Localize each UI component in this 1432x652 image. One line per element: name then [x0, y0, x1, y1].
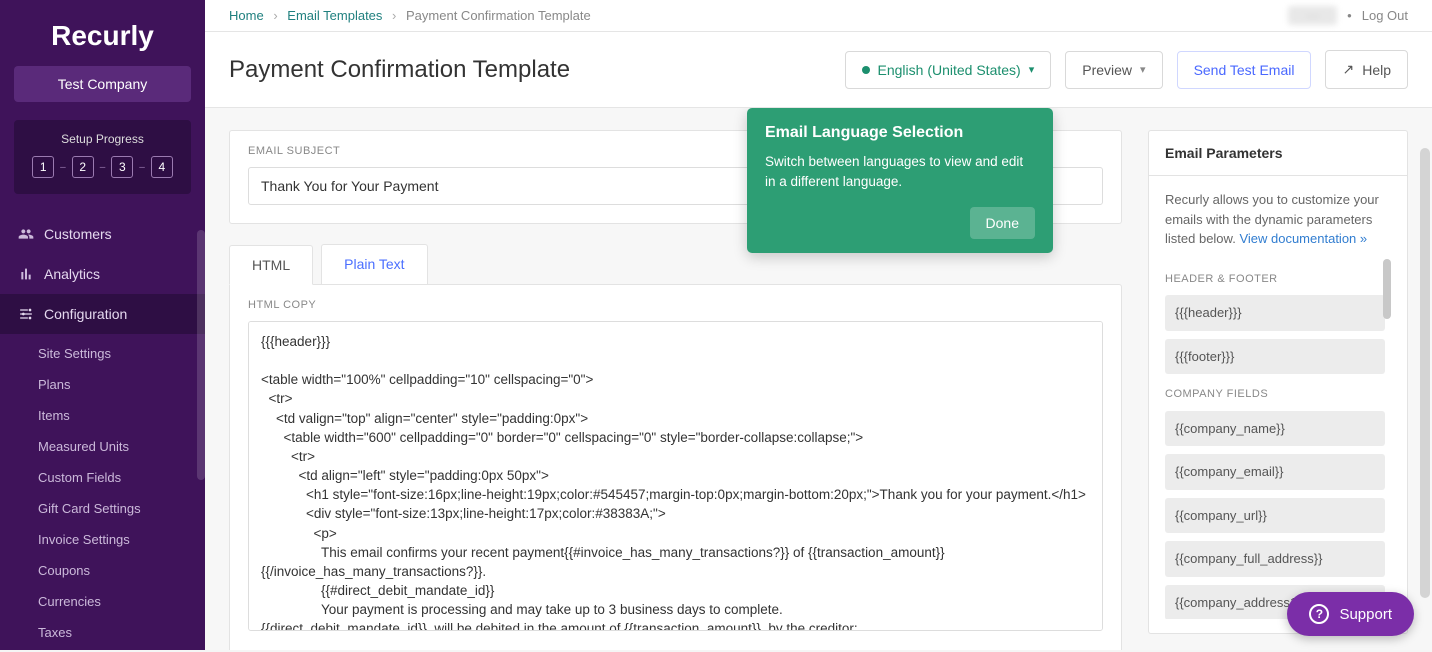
setup-step-3[interactable]: 3: [111, 156, 133, 178]
language-label: English (United States): [878, 62, 1021, 78]
setup-step-2[interactable]: 2: [72, 156, 94, 178]
company-switcher-button[interactable]: Test Company: [14, 66, 191, 102]
param-footer[interactable]: {{{footer}}}: [1165, 339, 1385, 375]
send-test-email-button[interactable]: Send Test Email: [1177, 51, 1312, 89]
customers-icon: [18, 226, 34, 242]
sidebar-item-customers[interactable]: Customers: [0, 214, 205, 254]
breadcrumb-bar: Home › Email Templates › Payment Confirm…: [205, 0, 1432, 32]
support-button[interactable]: ? Support: [1287, 592, 1414, 636]
params-group-header-footer: HEADER & FOOTER: [1165, 271, 1385, 288]
sidebar-item-label: Configuration: [44, 306, 127, 322]
sidebar-sub-site-settings[interactable]: Site Settings: [0, 338, 205, 369]
setup-progress-box: Setup Progress 1 – 2 – 3 – 4: [14, 120, 191, 194]
sidebar-item-label: Customers: [44, 226, 112, 242]
tooltip-body: Switch between languages to view and edi…: [765, 152, 1035, 193]
tab-plain-text[interactable]: Plain Text: [321, 244, 427, 284]
html-body-textarea[interactable]: [248, 321, 1103, 631]
sidebar-sub-plans[interactable]: Plans: [0, 369, 205, 400]
breadcrumb-home[interactable]: Home: [229, 8, 264, 23]
view-documentation-link[interactable]: View documentation »: [1239, 231, 1367, 246]
sidebar-sub-taxes[interactable]: Taxes: [0, 617, 205, 648]
support-icon: ?: [1309, 604, 1329, 624]
page-title: Payment Confirmation Template: [229, 56, 570, 84]
preview-label: Preview: [1082, 62, 1132, 78]
sidebar-item-analytics[interactable]: Analytics: [0, 254, 205, 294]
breadcrumb-templates[interactable]: Email Templates: [287, 8, 382, 23]
language-tooltip-popover: Email Language Selection Switch between …: [747, 108, 1053, 253]
support-label: Support: [1339, 606, 1392, 623]
page-header: Payment Confirmation Template English (U…: [205, 32, 1432, 108]
chevron-down-icon: ▾: [1140, 63, 1146, 76]
tab-html[interactable]: HTML: [229, 245, 313, 285]
configuration-icon: [18, 306, 34, 322]
main-area: Home › Email Templates › Payment Confirm…: [205, 0, 1432, 650]
account-name: —: [1288, 6, 1337, 25]
tooltip-title: Email Language Selection: [765, 124, 1035, 142]
sidebar-sub-items[interactable]: Items: [0, 400, 205, 431]
breadcrumb-current: Payment Confirmation Template: [406, 8, 591, 23]
main-scrollbar[interactable]: [1420, 148, 1430, 598]
help-label: Help: [1362, 62, 1391, 78]
sidebar-scrollbar[interactable]: [197, 230, 205, 480]
language-dropdown[interactable]: English (United States) ▾: [845, 51, 1052, 89]
sidebar-sub-custom-fields[interactable]: Custom Fields: [0, 462, 205, 493]
setup-step-1[interactable]: 1: [32, 156, 54, 178]
sidebar-sub-currencies[interactable]: Currencies: [0, 586, 205, 617]
sidebar-item-configuration[interactable]: Configuration: [0, 294, 205, 334]
params-group-company-fields: COMPANY FIELDS: [1165, 386, 1385, 403]
sidebar-sub-gift-card-settings[interactable]: Gift Card Settings: [0, 493, 205, 524]
email-parameters-title: Email Parameters: [1149, 131, 1407, 176]
chevron-down-icon: ▾: [1029, 63, 1035, 76]
param-header[interactable]: {{{header}}}: [1165, 295, 1385, 331]
html-copy-label: HTML COPY: [248, 299, 1103, 311]
sidebar-sub-invoice-settings[interactable]: Invoice Settings: [0, 524, 205, 555]
logout-link[interactable]: Log Out: [1362, 8, 1408, 23]
external-link-icon: ↗: [1342, 61, 1354, 78]
brand-logo: Recurly: [0, 0, 205, 66]
tooltip-done-button[interactable]: Done: [970, 207, 1035, 239]
html-body-block: HTML COPY: [229, 284, 1122, 650]
setup-step-4[interactable]: 4: [151, 156, 173, 178]
sidebar-subitems: Site Settings Plans Items Measured Units…: [0, 334, 205, 652]
setup-progress-title: Setup Progress: [24, 132, 181, 146]
sidebar-sub-coupons[interactable]: Coupons: [0, 555, 205, 586]
analytics-icon: [18, 266, 34, 282]
sidebar-item-label: Analytics: [44, 266, 100, 282]
param-company-name[interactable]: {{company_name}}: [1165, 411, 1385, 447]
sidebar: Recurly Test Company Setup Progress 1 – …: [0, 0, 205, 650]
param-company-email[interactable]: {{company_email}}: [1165, 454, 1385, 490]
param-company-url[interactable]: {{company_url}}: [1165, 498, 1385, 534]
param-company-full-address[interactable]: {{company_full_address}}: [1165, 541, 1385, 577]
status-dot-icon: [862, 66, 870, 74]
email-parameters-panel: Email Parameters Recurly allows you to c…: [1148, 130, 1408, 634]
sidebar-sub-measured-units[interactable]: Measured Units: [0, 431, 205, 462]
preview-dropdown[interactable]: Preview ▾: [1065, 51, 1162, 89]
help-button[interactable]: ↗ Help: [1325, 50, 1408, 89]
params-scrollbar[interactable]: [1383, 259, 1391, 319]
